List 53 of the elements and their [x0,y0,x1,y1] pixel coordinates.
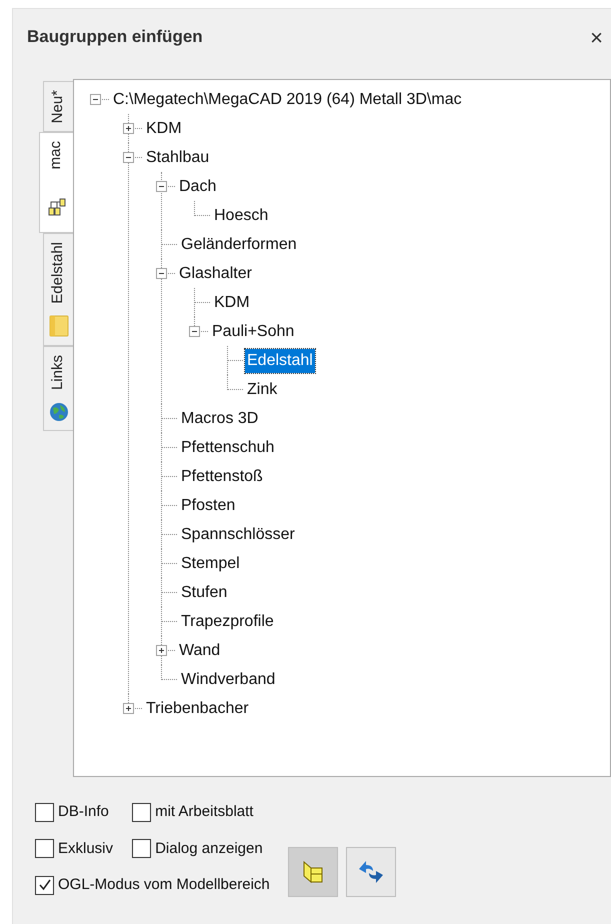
tree-item[interactable]: Stempel [179,552,242,576]
checkbox[interactable] [35,839,54,858]
side-tab[interactable]: Links [43,346,73,432]
collapse-toggle[interactable] [156,181,167,192]
collapse-toggle[interactable] [156,268,167,279]
tree-item[interactable]: Dach [177,174,218,198]
side-tab[interactable]: Edelstahl [43,232,73,346]
tree-item[interactable]: Pfettenstoß [179,464,265,488]
hierarchy-icon [48,198,66,216]
tree-item[interactable]: Windverband [179,668,278,692]
tree-item[interactable]: Trapezprofile [179,610,276,634]
tree-item[interactable]: Macros 3D [179,406,260,430]
tree-item[interactable]: Triebenbacher [144,696,251,720]
collapse-toggle[interactable] [90,94,101,105]
collapse-toggle[interactable] [123,152,134,163]
close-button[interactable]: × [586,20,607,54]
cube-icon [302,860,324,884]
side-tab[interactable]: Neu* [43,81,73,132]
checkbox-option[interactable]: OGL-Modus vom Modellbereich [35,874,270,896]
checkbox[interactable] [132,802,152,822]
tree-item[interactable]: KDM [144,116,184,140]
expand-toggle[interactable] [123,703,134,714]
checkbox[interactable] [132,839,152,858]
side-tab[interactable]: mac [39,132,73,233]
tree-item[interactable]: C:\Megatech\MegaCAD 2019 (64) Metall 3D\mac [111,88,464,112]
tree-item[interactable]: Pauli+Sohn [210,320,296,344]
tree-item[interactable]: Glashalter [177,262,254,286]
window-title: Baugruppen einfügen [27,26,203,48]
expand-toggle[interactable] [156,645,167,656]
tree-item[interactable]: Pfosten [179,494,238,518]
tree-item[interactable]: Spannschlösser [179,522,297,546]
expand-toggle[interactable] [123,123,134,134]
tree-item[interactable]: Geländerformen [179,232,299,256]
tree-item[interactable]: Stufen [179,580,230,604]
tree-item[interactable]: Hoesch [212,204,270,228]
checkbox-option[interactable]: mit Arbeitsblatt [132,801,270,824]
toolbar-button[interactable] [288,846,338,896]
tree-item[interactable]: Zink [245,378,280,402]
folder-icon [48,315,68,338]
tree-item[interactable]: Pfettenschuh [179,436,276,460]
tree-item[interactable]: Edelstahl [245,348,315,372]
tree-item[interactable]: Stahlbau [144,146,212,170]
checkbox-option[interactable]: Exklusiv [35,838,120,860]
checkbox-option[interactable]: DB-Info [35,801,120,824]
collapse-toggle[interactable] [189,326,200,337]
tree-item[interactable]: KDM [212,290,252,314]
checkmark-icon [38,878,52,892]
toolbar-button[interactable] [346,846,396,896]
checkbox[interactable] [35,876,54,895]
globe-icon [48,402,68,422]
tree-item[interactable]: Wand [177,638,222,662]
checkbox-option[interactable]: Dialog anzeigen [132,838,270,860]
checkbox[interactable] [35,802,54,822]
